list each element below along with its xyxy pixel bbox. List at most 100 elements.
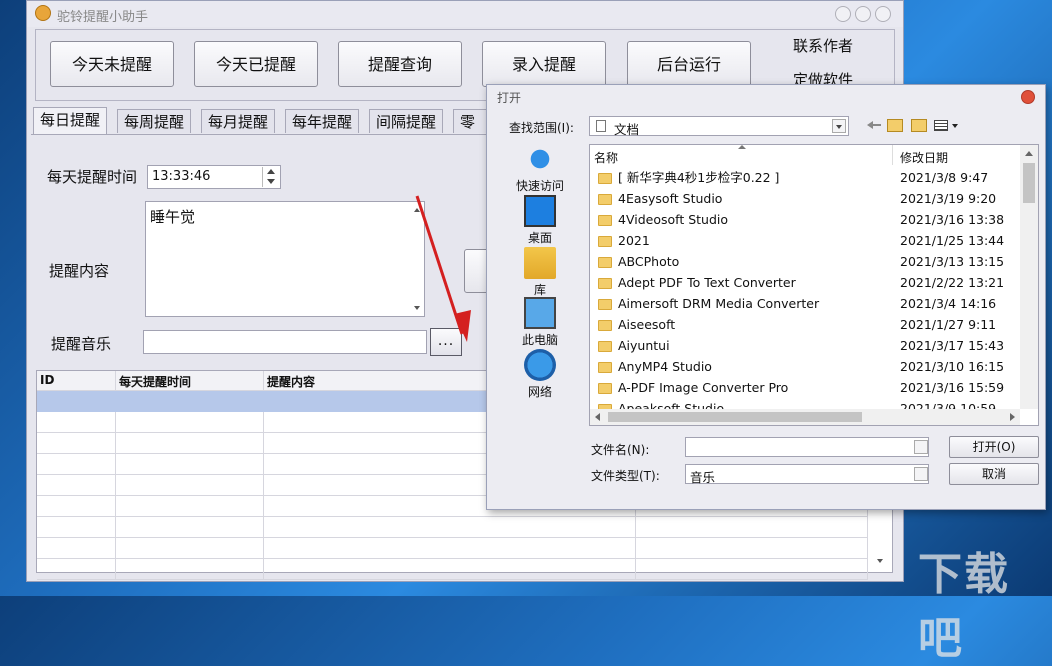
folder-icon bbox=[598, 299, 612, 310]
open-button[interactable]: 打开(O) bbox=[949, 436, 1039, 458]
file-row[interactable]: Adept PDF To Text Converter 2021/2/22 13:… bbox=[590, 272, 1020, 293]
vertical-scrollbar[interactable] bbox=[1020, 145, 1038, 409]
contact-author-link[interactable]: 联系作者 bbox=[793, 35, 853, 56]
tab-yearly[interactable]: 每年提醒 bbox=[285, 109, 360, 133]
content-value: 睡午觉 bbox=[150, 208, 196, 226]
col-header-name[interactable]: 名称 bbox=[594, 149, 618, 166]
grid-scroll-down-icon[interactable] bbox=[877, 559, 883, 563]
folder-icon bbox=[598, 257, 612, 268]
file-date: 2021/3/8 9:47 bbox=[900, 170, 989, 185]
table-cell bbox=[264, 517, 636, 538]
music-label: 提醒音乐 bbox=[51, 335, 112, 353]
dialog-title: 打开 bbox=[497, 91, 522, 105]
file-row[interactable]: AnyMP4 Studio 2021/3/10 16:15 bbox=[590, 356, 1020, 377]
col-divider[interactable] bbox=[892, 145, 893, 165]
time-spinner[interactable] bbox=[262, 167, 279, 187]
today-unreminded-button[interactable]: 今天未提醒 bbox=[50, 41, 174, 87]
table-row[interactable] bbox=[37, 559, 868, 580]
file-row[interactable]: [ 新华字典4秒1步检字0.22 ] 2021/3/8 9:47 bbox=[590, 167, 1020, 188]
cancel-button[interactable]: 取消 bbox=[949, 463, 1039, 485]
table-cell bbox=[116, 433, 264, 454]
today-reminded-button[interactable]: 今天已提醒 bbox=[194, 41, 318, 87]
maximize-button[interactable] bbox=[855, 6, 871, 22]
minimize-button[interactable] bbox=[835, 6, 851, 22]
daily-time-value: 13:33:46 bbox=[152, 169, 211, 184]
places-bar: 快速访问 桌面库此电脑 网络 bbox=[507, 143, 577, 403]
reminder-query-button[interactable]: 提醒查询 bbox=[338, 41, 462, 87]
table-row[interactable] bbox=[37, 517, 868, 538]
arrow-head bbox=[454, 310, 471, 342]
filename-input[interactable] bbox=[685, 437, 929, 457]
file-date: 2021/1/25 13:44 bbox=[900, 233, 1005, 248]
spin-down-icon[interactable] bbox=[267, 179, 275, 184]
file-row[interactable]: Aiyuntui 2021/3/17 15:43 bbox=[590, 335, 1020, 356]
file-date: 2021/3/16 13:38 bbox=[900, 212, 1005, 227]
filetype-dropdown-icon[interactable] bbox=[914, 467, 928, 481]
place-star[interactable]: 快速访问 bbox=[507, 143, 573, 194]
folder-icon bbox=[598, 320, 612, 331]
lookin-value: 文档 bbox=[614, 122, 640, 137]
tab-interval[interactable]: 间隔提醒 bbox=[369, 109, 444, 133]
up-folder-icon[interactable] bbox=[887, 119, 903, 132]
documents-icon bbox=[596, 120, 606, 132]
folder-icon bbox=[598, 194, 612, 205]
place-network[interactable]: 网络 bbox=[507, 349, 573, 400]
tab-weekly[interactable]: 每周提醒 bbox=[117, 109, 192, 133]
folder-icon bbox=[598, 362, 612, 373]
sort-up-icon bbox=[738, 145, 746, 149]
file-date: 2021/3/17 15:43 bbox=[900, 338, 1005, 353]
music-input[interactable] bbox=[143, 330, 427, 354]
h-scroll-thumb[interactable] bbox=[608, 412, 862, 422]
daily-time-field[interactable]: 13:33:46 bbox=[147, 165, 281, 189]
place-computer[interactable]: 此电脑 bbox=[507, 297, 573, 348]
spin-up-icon[interactable] bbox=[267, 169, 275, 174]
file-row[interactable]: 2021 2021/1/25 13:44 bbox=[590, 230, 1020, 251]
file-name: 4Videosoft Studio bbox=[618, 212, 729, 227]
file-row[interactable]: Aimersoft DRM Media Converter 2021/3/4 14… bbox=[590, 293, 1020, 314]
open-dialog: 打开 查找范围(I): 文档 快速访问 桌面库此电脑 网络 名称 修改日期 [ 新华… bbox=[486, 84, 1046, 510]
new-folder-icon[interactable] bbox=[911, 119, 927, 132]
tab-daily[interactable]: 每日提醒 bbox=[33, 107, 108, 135]
table-row[interactable] bbox=[37, 538, 868, 559]
file-row[interactable]: 4Easysoft Studio 2021/3/19 9:20 bbox=[590, 188, 1020, 209]
table-cell bbox=[37, 454, 116, 475]
scroll-thumb[interactable] bbox=[1023, 163, 1035, 203]
folder-icon bbox=[598, 236, 612, 247]
dialog-close-button[interactable] bbox=[1021, 90, 1035, 104]
view-menu-icon[interactable] bbox=[934, 119, 960, 133]
add-reminder-button[interactable]: 录入提醒 bbox=[482, 41, 606, 87]
place-library[interactable]: 库 bbox=[507, 247, 573, 298]
file-row[interactable]: A-PDF Image Converter Pro 2021/3/16 15:59 bbox=[590, 377, 1020, 398]
file-row[interactable]: Aiseesoft 2021/1/27 9:11 bbox=[590, 314, 1020, 335]
back-icon[interactable] bbox=[867, 119, 881, 129]
file-name: A-PDF Image Converter Pro bbox=[618, 380, 789, 395]
filetype-select[interactable]: 音乐 bbox=[685, 464, 929, 485]
horizontal-scrollbar[interactable] bbox=[590, 409, 1020, 425]
tab-monthly[interactable]: 每月提醒 bbox=[201, 109, 276, 133]
table-cell bbox=[116, 475, 264, 496]
grid-header-id[interactable]: ID bbox=[37, 371, 116, 391]
file-name: 4Easysoft Studio bbox=[618, 191, 723, 206]
filename-dropdown-icon[interactable] bbox=[914, 440, 928, 454]
run-background-button[interactable]: 后台运行 bbox=[627, 41, 751, 87]
place-desktop[interactable]: 桌面 bbox=[507, 195, 573, 246]
content-textarea[interactable]: 睡午觉 bbox=[145, 201, 425, 317]
close-button[interactable] bbox=[875, 6, 891, 22]
scroll-up-icon[interactable] bbox=[1025, 151, 1033, 156]
network-icon bbox=[524, 349, 556, 381]
file-date: 2021/3/10 16:15 bbox=[900, 359, 1005, 374]
file-date: 2021/1/27 9:11 bbox=[900, 317, 997, 332]
watermark-text: 下载吧 bbox=[918, 549, 1010, 664]
scroll-right-icon[interactable] bbox=[1010, 413, 1015, 421]
grid-header-time[interactable]: 每天提醒时间 bbox=[116, 371, 264, 391]
folder-icon bbox=[598, 383, 612, 394]
star-icon bbox=[524, 143, 556, 175]
scroll-left-icon[interactable] bbox=[595, 413, 600, 421]
file-list[interactable]: 名称 修改日期 [ 新华字典4秒1步检字0.22 ] 2021/3/8 9:47 4… bbox=[589, 144, 1039, 426]
lookin-select[interactable]: 文档 bbox=[589, 116, 849, 137]
file-row[interactable]: 4Videosoft Studio 2021/3/16 13:38 bbox=[590, 209, 1020, 230]
folder-icon bbox=[598, 341, 612, 352]
library-icon bbox=[524, 247, 556, 279]
file-row[interactable]: ABCPhoto 2021/3/13 13:15 bbox=[590, 251, 1020, 272]
col-header-date[interactable]: 修改日期 bbox=[900, 149, 948, 166]
